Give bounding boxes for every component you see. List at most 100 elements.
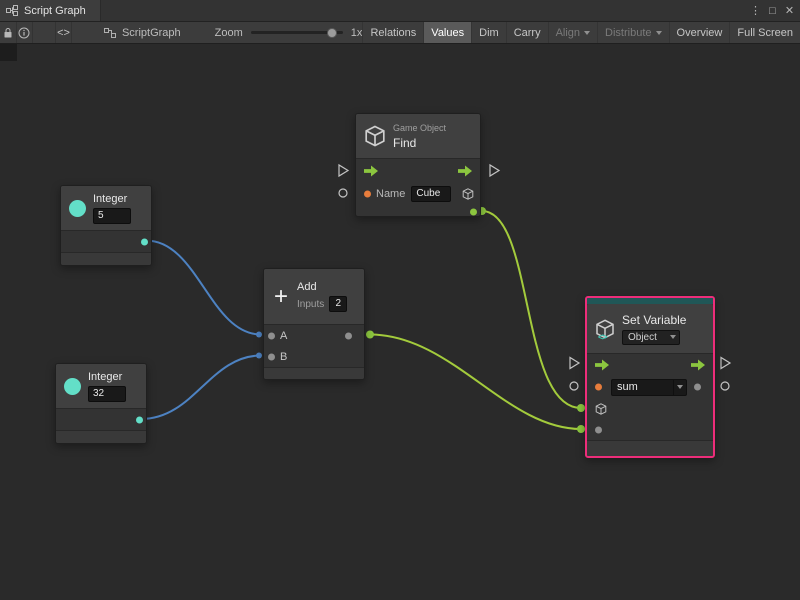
integer-value-input[interactable]: 32 xyxy=(88,386,126,402)
object-port-row xyxy=(587,398,713,419)
distribute-button[interactable]: Distribute xyxy=(597,22,668,43)
node-header[interactable]: Integer 5 xyxy=(61,186,151,231)
node-header[interactable]: Game Object Find xyxy=(356,114,480,159)
values-button[interactable]: Values xyxy=(423,22,471,43)
output-row xyxy=(61,231,151,252)
info-icon xyxy=(18,27,30,39)
zoom-label: Zoom xyxy=(215,27,243,39)
result-output-row xyxy=(356,205,480,218)
variable-name-value: sum xyxy=(612,380,673,394)
graph-name-label: ScriptGraph xyxy=(122,27,181,39)
integer-output-port[interactable] xyxy=(136,416,143,423)
zoom-control: Zoom 1x xyxy=(215,22,363,43)
game-object-input-port-icon[interactable] xyxy=(595,403,607,415)
node-footer xyxy=(56,430,146,443)
name-label: Name xyxy=(376,188,405,200)
add-output-sum-port[interactable] xyxy=(345,332,352,339)
variable-name-dropdown[interactable]: sum xyxy=(611,379,687,396)
flow-port-row xyxy=(587,354,713,376)
port-a-label: A xyxy=(280,330,287,342)
script-graph-icon xyxy=(104,27,116,39)
name-port-row: Name Cube xyxy=(356,183,480,205)
port-b-label: B xyxy=(280,351,287,363)
relations-button[interactable]: Relations xyxy=(362,22,423,43)
variable-kind-label: Object xyxy=(623,331,670,344)
node-header[interactable]: <> Set Variable Object xyxy=(587,304,713,354)
name-input-port[interactable] xyxy=(364,191,371,198)
window-titlebar: Script Graph ⋮ □ ✕ xyxy=(0,0,800,22)
variable-name-input-port[interactable] xyxy=(595,384,602,391)
dropdown-arrow-icon xyxy=(670,335,676,339)
carry-button[interactable]: Carry xyxy=(506,22,548,43)
integer-icon xyxy=(69,200,86,217)
window-controls: ⋮ □ ✕ xyxy=(747,0,800,21)
find-result-output-port[interactable] xyxy=(470,208,477,215)
set-variable-icon: <> xyxy=(595,319,615,339)
integer-value-input[interactable]: 5 xyxy=(93,208,131,224)
values-label: Values xyxy=(431,27,464,39)
code-view-button[interactable]: <> xyxy=(55,22,72,43)
dropdown-arrow-icon xyxy=(677,385,683,389)
window-maximize-icon[interactable]: □ xyxy=(764,0,781,21)
variable-value-output-port[interactable] xyxy=(694,384,701,391)
distribute-label: Distribute xyxy=(605,27,651,39)
node-header[interactable]: Integer 32 xyxy=(56,364,146,409)
code-view-label: <> xyxy=(57,27,70,39)
zoom-value: 1x xyxy=(351,27,363,39)
name-value-input[interactable]: Cube xyxy=(411,186,451,202)
align-button[interactable]: Align xyxy=(548,22,597,43)
graph-tab-icon xyxy=(6,5,18,17)
integer-output-port[interactable] xyxy=(141,238,148,245)
game-object-type-icon xyxy=(462,188,474,200)
zoom-slider[interactable] xyxy=(251,31,343,34)
fullscreen-button[interactable]: Full Screen xyxy=(729,22,800,43)
node-footer xyxy=(61,252,151,265)
node-title: Set Variable xyxy=(622,313,686,327)
flow-input-arrow-icon[interactable] xyxy=(595,360,609,371)
window-menu-icon[interactable]: ⋮ xyxy=(747,0,764,21)
window-close-icon[interactable]: ✕ xyxy=(781,0,798,21)
flow-output-arrow-icon[interactable] xyxy=(458,166,472,177)
dim-label: Dim xyxy=(479,27,499,39)
game-object-cube-icon xyxy=(364,125,386,147)
node-title: Find xyxy=(393,136,446,150)
toolbar-buttons: Relations Values Dim Carry Align Distrib… xyxy=(362,22,800,43)
variable-kind-dropdown[interactable]: Object xyxy=(622,330,680,345)
node-footer xyxy=(587,440,713,456)
overview-button[interactable]: Overview xyxy=(669,22,730,43)
tab-script-graph[interactable]: Script Graph xyxy=(0,0,101,21)
add-input-a-port[interactable] xyxy=(268,332,275,339)
add-input-b-port[interactable] xyxy=(268,353,275,360)
canvas-corner-square xyxy=(0,44,17,61)
node-title: Integer xyxy=(88,371,126,383)
lock-icon xyxy=(3,27,13,39)
info-button[interactable] xyxy=(17,22,34,43)
find-node[interactable]: Game Object Find Name Cube xyxy=(355,113,481,217)
node-category: Game Object xyxy=(393,123,446,133)
integer-icon xyxy=(64,378,81,395)
output-row xyxy=(56,409,146,430)
set-variable-node[interactable]: <> Set Variable Object sum xyxy=(585,296,715,458)
lock-button[interactable] xyxy=(0,22,17,43)
flow-output-arrow-icon[interactable] xyxy=(691,360,705,371)
value-port-row xyxy=(587,419,713,440)
flow-input-arrow-icon[interactable] xyxy=(364,166,378,177)
port-row-b: B xyxy=(264,346,364,367)
fullscreen-label: Full Screen xyxy=(737,27,793,39)
dim-button[interactable]: Dim xyxy=(471,22,506,43)
add-icon: + xyxy=(272,286,290,308)
flow-port-row xyxy=(356,159,480,183)
port-row-a: A xyxy=(264,325,364,346)
graph-breadcrumb[interactable]: ScriptGraph xyxy=(104,22,181,43)
tab-title: Script Graph xyxy=(24,5,86,17)
dropdown-button[interactable] xyxy=(673,380,686,395)
value-input-port[interactable] xyxy=(595,426,602,433)
node-title: Add xyxy=(297,281,347,293)
integer-node-top[interactable]: Integer 5 xyxy=(60,185,152,266)
add-node[interactable]: + Add Inputs 2 A B xyxy=(263,268,365,380)
integer-node-bottom[interactable]: Integer 32 xyxy=(55,363,147,444)
overview-label: Overview xyxy=(677,27,723,39)
inputs-count-input[interactable]: 2 xyxy=(329,296,347,312)
node-header[interactable]: + Add Inputs 2 xyxy=(264,269,364,325)
zoom-slider-handle[interactable] xyxy=(327,28,337,38)
